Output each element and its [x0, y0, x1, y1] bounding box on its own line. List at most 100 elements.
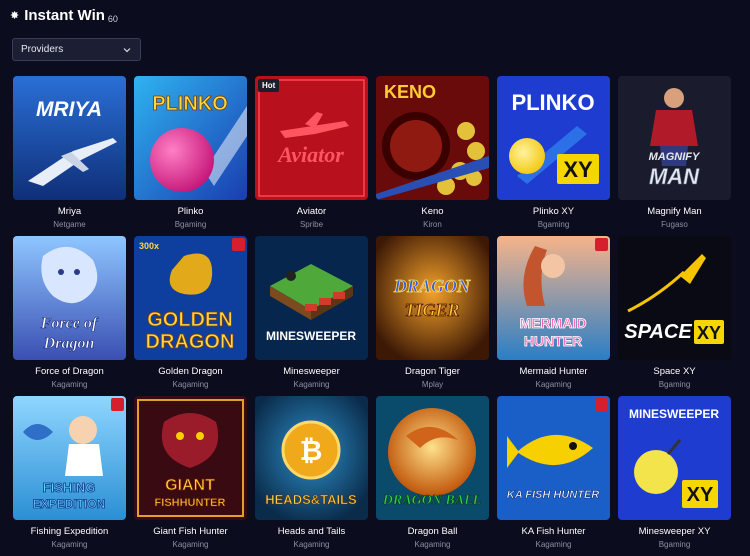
game-card-aviator[interactable]: Aviator Hot Aviator Spribe	[255, 76, 368, 236]
game-name[interactable]: Minesweeper	[255, 366, 368, 377]
game-provider: Kagaming	[414, 540, 451, 549]
game-name[interactable]: Aviator	[255, 206, 368, 217]
game-card-giant-fish-hunter[interactable]: GIANT FISHHUNTER Giant Fish Hunter Kagam…	[134, 396, 247, 556]
svg-text:EXPEDITION: EXPEDITION	[33, 497, 106, 511]
svg-text:MINESWEEPER: MINESWEEPER	[266, 329, 356, 343]
svg-text:TIGER: TIGER	[404, 300, 459, 320]
game-thumbnail[interactable]: Aviator Hot	[255, 76, 368, 200]
game-card-heads-and-tails[interactable]: ₿ HEADS&TAILS Heads and Tails Kagaming	[255, 396, 368, 556]
game-card-fishing-expedition[interactable]: FISHING EXPEDITION Fishing Expedition Ka…	[13, 396, 126, 556]
game-name[interactable]: Plinko XY	[497, 206, 610, 217]
game-provider: Kagaming	[293, 540, 330, 549]
game-thumbnail[interactable]: GIANT FISHHUNTER	[134, 396, 247, 520]
game-provider: Bgaming	[537, 220, 570, 229]
svg-text:MERMAID: MERMAID	[520, 315, 587, 331]
game-card-ka-fish-hunter[interactable]: KA FISH HUNTER KA Fish Hunter Kagaming	[497, 396, 610, 556]
game-card-plinko[interactable]: PLINKO Plinko Bgaming	[134, 76, 247, 236]
game-card-plinko-xy[interactable]: XY PLINKO Plinko XY Bgaming	[497, 76, 610, 236]
game-provider: Fugaso	[661, 220, 688, 229]
game-thumbnail[interactable]: KENO	[376, 76, 489, 200]
svg-text:MRIYA: MRIYA	[36, 98, 102, 121]
game-thumbnail[interactable]: 300x GOLDEN DRAGON	[134, 236, 247, 360]
game-provider: Bgaming	[174, 220, 207, 229]
svg-text:FISHING: FISHING	[43, 480, 96, 495]
game-provider: Kagaming	[535, 380, 572, 389]
svg-text:Force of: Force of	[40, 315, 99, 332]
game-name[interactable]: Minesweeper XY	[618, 526, 731, 537]
game-card-minesweeper-xy[interactable]: XY MINESWEEPER Minesweeper XY Bgaming	[618, 396, 731, 556]
game-name[interactable]: Dragon Tiger	[376, 366, 489, 377]
game-thumbnail[interactable]: MINESWEEPER	[255, 236, 368, 360]
game-provider: Kagaming	[535, 540, 572, 549]
svg-text:GOLDEN: GOLDEN	[147, 309, 233, 331]
game-grid: MRIYA Mriya Netgame PLINKO Plinko Bgamin…	[13, 76, 731, 556]
game-name[interactable]: Force of Dragon	[13, 366, 126, 377]
svg-text:MINESWEEPER: MINESWEEPER	[629, 407, 719, 421]
page-title: Instant Win	[24, 6, 105, 24]
category-icon: ✸	[10, 9, 20, 22]
game-name[interactable]: Heads and Tails	[255, 526, 368, 537]
svg-text:XY: XY	[563, 157, 593, 182]
game-card-minesweeper[interactable]: MINESWEEPER Minesweeper Kagaming	[255, 236, 368, 396]
game-thumbnail[interactable]: PLINKO	[134, 76, 247, 200]
game-card-force-of-dragon[interactable]: Force of Dragon Force of Dragon Kagaming	[13, 236, 126, 396]
game-thumbnail[interactable]: ₿ HEADS&TAILS	[255, 396, 368, 520]
game-thumbnail[interactable]: MAGNIFY MAN	[618, 76, 731, 200]
game-name[interactable]: Dragon Ball	[376, 526, 489, 537]
svg-text:300x: 300x	[139, 241, 159, 251]
svg-text:FISHHUNTER: FISHHUNTER	[155, 497, 226, 509]
svg-text:GIANT: GIANT	[165, 477, 215, 494]
game-thumbnail[interactable]: MRIYA	[13, 76, 126, 200]
game-provider: Kagaming	[293, 380, 330, 389]
game-name[interactable]: Space XY	[618, 366, 731, 377]
game-thumbnail[interactable]: XY MINESWEEPER	[618, 396, 731, 520]
game-card-dragon-tiger[interactable]: DRAGON TIGER Dragon Tiger Mplay	[376, 236, 489, 396]
game-name[interactable]: Fishing Expedition	[13, 526, 126, 537]
game-thumbnail[interactable]: SPACE XY	[618, 236, 731, 360]
svg-text:PLINKO: PLINKO	[511, 90, 594, 115]
game-name[interactable]: Giant Fish Hunter	[134, 526, 247, 537]
svg-text:XY: XY	[697, 323, 721, 343]
game-count: 60	[107, 14, 118, 24]
game-thumbnail[interactable]: Force of Dragon	[13, 236, 126, 360]
game-name[interactable]: Mriya	[13, 206, 126, 217]
game-provider: Netgame	[53, 220, 86, 229]
game-card-keno[interactable]: KENO Keno Kiron	[376, 76, 489, 236]
game-name[interactable]: KA Fish Hunter	[497, 526, 610, 537]
game-name[interactable]: Plinko	[134, 206, 247, 217]
svg-text:Dragon: Dragon	[43, 335, 95, 352]
game-provider: Kagaming	[172, 540, 209, 549]
game-card-mermaid-hunter[interactable]: MERMAID HUNTER Mermaid Hunter Kagaming	[497, 236, 610, 396]
game-provider: Mplay	[421, 380, 444, 389]
providers-dropdown[interactable]: Providers	[12, 38, 141, 61]
game-card-dragon-ball[interactable]: DRAGON BALL Dragon Ball Kagaming	[376, 396, 489, 556]
game-card-golden-dragon[interactable]: 300x GOLDEN DRAGON Golden Dragon Kagamin…	[134, 236, 247, 396]
svg-text:₿: ₿	[300, 435, 323, 466]
svg-text:SPACE: SPACE	[624, 321, 692, 343]
game-card-magnify-man[interactable]: MAGNIFY MAN Magnify Man Fugaso	[618, 76, 731, 236]
game-name[interactable]: Golden Dragon	[134, 366, 247, 377]
page-header: ✸ Instant Win 60	[10, 4, 118, 26]
game-provider: Spribe	[299, 220, 324, 229]
svg-text:KA FISH HUNTER: KA FISH HUNTER	[507, 489, 600, 501]
game-name[interactable]: Keno	[376, 206, 489, 217]
svg-text:HEADS&TAILS: HEADS&TAILS	[265, 492, 357, 507]
game-thumbnail[interactable]: XY PLINKO	[497, 76, 610, 200]
game-name[interactable]: Mermaid Hunter	[497, 366, 610, 377]
game-thumbnail[interactable]: KA FISH HUNTER	[497, 396, 610, 520]
game-provider: Bgaming	[658, 380, 691, 389]
game-thumbnail[interactable]: DRAGON TIGER	[376, 236, 489, 360]
game-card-space-xy[interactable]: SPACE XY Space XY Bgaming	[618, 236, 731, 396]
game-provider: Kagaming	[51, 380, 88, 389]
game-thumbnail[interactable]: MERMAID HUNTER	[497, 236, 610, 360]
game-provider: Kagaming	[172, 380, 209, 389]
svg-text:KENO: KENO	[384, 82, 436, 102]
game-thumbnail[interactable]: FISHING EXPEDITION	[13, 396, 126, 520]
svg-text:DRAGON: DRAGON	[393, 276, 471, 296]
game-card-mriya[interactable]: MRIYA Mriya Netgame	[13, 76, 126, 236]
game-provider: Kagaming	[51, 540, 88, 549]
game-thumbnail[interactable]: DRAGON BALL	[376, 396, 489, 520]
game-name[interactable]: Magnify Man	[618, 206, 731, 217]
game-provider: Kiron	[423, 220, 442, 229]
svg-text:DRAGON: DRAGON	[146, 331, 235, 353]
